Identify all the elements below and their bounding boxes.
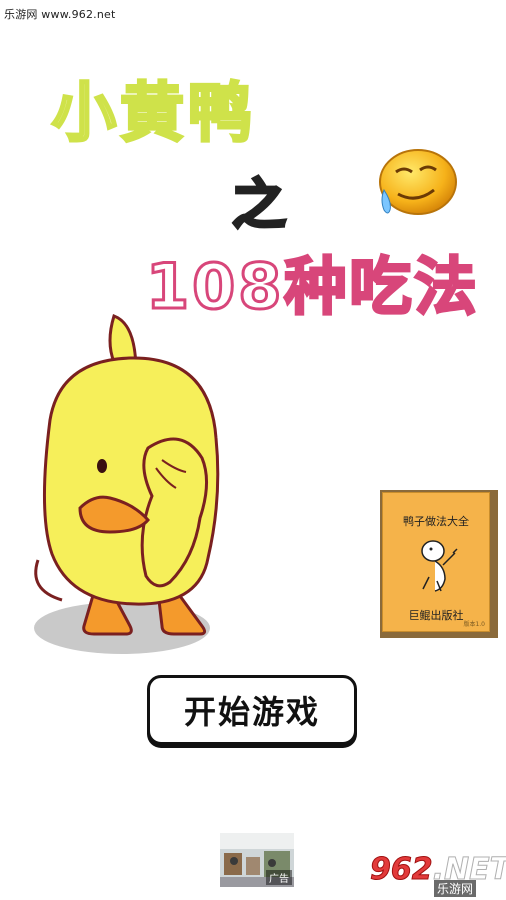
logo-subtitle: 乐游网 [434,880,477,897]
drooling-emoji-icon [368,142,460,224]
site-watermark: 乐游网 www.962.net [4,8,116,21]
yellow-duck-character [30,310,230,670]
962-logo: 962.NET 乐游网 [368,852,506,897]
game-title-line2: 之 [231,172,288,238]
book-version: 版本1.0 [463,621,485,628]
stick-figure-icon [417,537,461,593]
ad-label: 广告 [266,870,292,885]
ad-banner[interactable]: 广告 [220,833,294,887]
recipe-book[interactable]: 鸭子做法大全 巨鲲出版社 版本1.0 [380,490,498,638]
game-title-line1: 小黄鸭 [51,76,256,153]
start-game-button[interactable]: 开始游戏 [147,675,357,745]
book-cover: 鸭子做法大全 巨鲲出版社 版本1.0 [382,492,490,632]
book-title: 鸭子做法大全 [403,515,469,528]
